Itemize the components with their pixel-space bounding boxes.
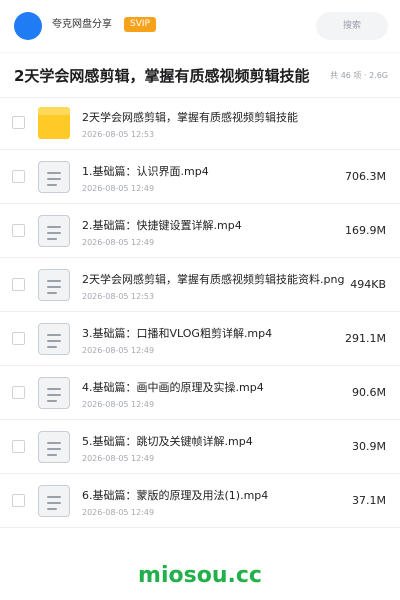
select-checkbox[interactable] (12, 494, 25, 507)
file-size: 291.1M (345, 332, 386, 345)
footer: miosou.cc (0, 548, 400, 600)
file-date: 2026-08-05 12:53 (82, 292, 155, 301)
svip-badge: SVIP (124, 17, 156, 32)
list-item[interactable]: 2.基础篇：快捷键设置详解.mp4 2026-08-05 12:49 169.9… (0, 204, 400, 258)
list-item[interactable]: 6.基础篇：蒙版的原理及用法(1).mp4 2026-08-05 12:49 3… (0, 474, 400, 528)
header: 夸克网盘分享 SVIP 搜索 (0, 0, 400, 52)
file-size: 90.6M (352, 386, 386, 399)
file-date: 2026-08-05 12:53 (82, 130, 155, 139)
select-checkbox[interactable] (12, 170, 25, 183)
select-checkbox[interactable] (12, 116, 25, 129)
file-icon (38, 215, 70, 247)
file-name[interactable]: 2天学会网感剪辑，掌握有质感视频剪辑技能 (82, 111, 298, 125)
list-item[interactable]: 3.基础篇：口播和VLOG粗剪详解.mp4 2026-08-05 12:49 2… (0, 312, 400, 366)
file-name[interactable]: 2天学会网感剪辑，掌握有质感视频剪辑技能资料.png (82, 273, 344, 287)
file-date: 2026-08-05 12:49 (82, 454, 155, 463)
watermark: miosou.cc (138, 563, 262, 588)
file-date: 2026-08-05 12:49 (82, 238, 155, 247)
file-size: 706.3M (345, 170, 386, 183)
select-checkbox[interactable] (12, 224, 25, 237)
site-name: 夸克网盘分享 (52, 19, 112, 30)
file-size: 30.9M (352, 440, 386, 453)
file-name[interactable]: 5.基础篇：跳切及关键帧详解.mp4 (82, 435, 253, 449)
select-checkbox[interactable] (12, 440, 25, 453)
file-size: 37.1M (352, 494, 386, 507)
file-icon (38, 431, 70, 463)
file-date: 2026-08-05 12:49 (82, 184, 155, 193)
file-date: 2026-08-05 12:49 (82, 508, 155, 517)
total-size: 2.6G (369, 71, 388, 80)
avatar[interactable] (14, 12, 42, 40)
item-count: 共 46 项 (330, 71, 362, 80)
file-name[interactable]: 4.基础篇：画中画的原理及实操.mp4 (82, 381, 264, 395)
file-icon (38, 269, 70, 301)
list-item[interactable]: 5.基础篇：跳切及关键帧详解.mp4 2026-08-05 12:49 30.9… (0, 420, 400, 474)
file-icon (38, 323, 70, 355)
file-icon (38, 161, 70, 193)
list-item[interactable]: 2天学会网感剪辑，掌握有质感视频剪辑技能资料.png 2026-08-05 12… (0, 258, 400, 312)
file-name[interactable]: 6.基础篇：蒙版的原理及用法(1).mp4 (82, 489, 268, 503)
page-title: 2天学会网感剪辑，掌握有质感视频剪辑技能 (14, 67, 310, 85)
list-item[interactable]: 2天学会网感剪辑，掌握有质感视频剪辑技能 2026-08-05 12:53 (0, 96, 400, 150)
title-bar: 2天学会网感剪辑，掌握有质感视频剪辑技能 共 46 项 · 2.6G (0, 52, 400, 98)
search-input[interactable]: 搜索 (316, 12, 388, 40)
file-icon (38, 485, 70, 517)
select-checkbox[interactable] (12, 332, 25, 345)
file-date: 2026-08-05 12:49 (82, 400, 155, 409)
list-item[interactable]: 1.基础篇：认识界面.mp4 2026-08-05 12:49 706.3M (0, 150, 400, 204)
share-meta: 共 46 项 · 2.6G (330, 70, 388, 82)
file-list: 2天学会网感剪辑，掌握有质感视频剪辑技能 2026-08-05 12:53 1.… (0, 96, 400, 528)
file-icon (38, 377, 70, 409)
file-date: 2026-08-05 12:49 (82, 346, 155, 355)
select-checkbox[interactable] (12, 278, 25, 291)
file-name[interactable]: 2.基础篇：快捷键设置详解.mp4 (82, 219, 242, 233)
select-checkbox[interactable] (12, 386, 25, 399)
file-name[interactable]: 1.基础篇：认识界面.mp4 (82, 165, 209, 179)
file-size: 169.9M (345, 224, 386, 237)
file-size: 494KB (350, 278, 386, 291)
folder-icon (38, 107, 70, 139)
list-item[interactable]: 4.基础篇：画中画的原理及实操.mp4 2026-08-05 12:49 90.… (0, 366, 400, 420)
meta-separator: · (363, 71, 367, 80)
file-name[interactable]: 3.基础篇：口播和VLOG粗剪详解.mp4 (82, 327, 272, 341)
